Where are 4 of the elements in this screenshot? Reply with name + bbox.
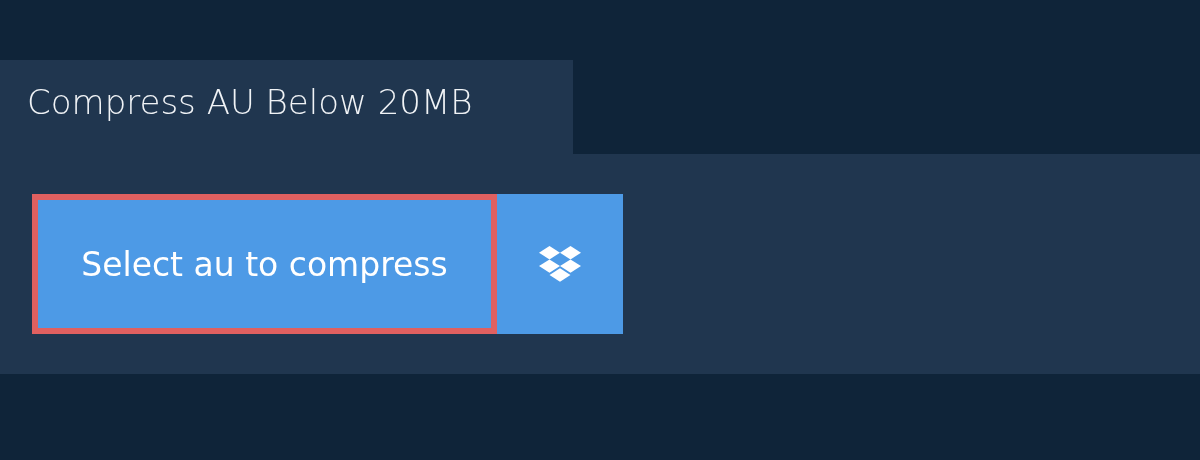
- dropbox-icon: [539, 246, 581, 282]
- page-title: Compress AU Below 20MB: [0, 60, 573, 154]
- dropbox-button[interactable]: [497, 194, 623, 334]
- select-file-button[interactable]: Select au to compress: [32, 194, 497, 334]
